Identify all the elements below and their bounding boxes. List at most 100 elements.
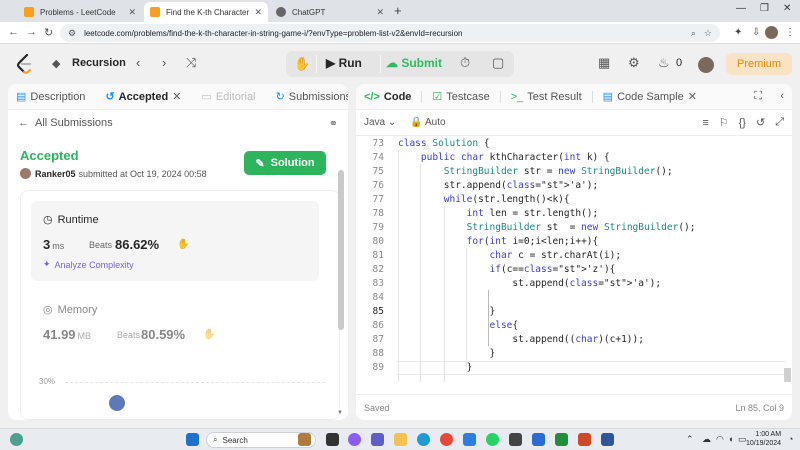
download-icon[interactable]: ⇩ [752, 27, 760, 38]
reload-icon[interactable]: ↻ [44, 26, 53, 39]
url-bar[interactable]: ⚙ leetcode.com/problems/find-the-k-th-ch… [60, 24, 720, 42]
solution-button[interactable]: ✎ Solution [244, 151, 326, 175]
auto-mode-toggle[interactable]: 🔒 Auto [410, 117, 692, 128]
browser-tab-problem[interactable]: Find the K-th Character in String Game I… [144, 2, 268, 22]
notes-icon[interactable]: ▢ [492, 55, 504, 71]
browser-tab-chatgpt[interactable]: ChatGPT ✕ [270, 2, 390, 22]
back-arrow-icon[interactable]: ← [8, 26, 19, 38]
close-tab-icon[interactable]: ✕ [172, 90, 181, 103]
problem-list-title[interactable]: Recursion [72, 57, 126, 69]
close-tab-icon[interactable]: ✕ [376, 7, 384, 18]
whatsapp-icon[interactable] [486, 433, 499, 446]
cloud-icon[interactable]: ☁ [702, 434, 711, 445]
notification-bell-icon[interactable]: ◔ [788, 434, 793, 444]
code-line[interactable]: 73 class Solution { [356, 137, 786, 151]
code-line[interactable]: 86 else{ [356, 319, 786, 333]
code-line[interactable]: 80 for(int i=0;i<len;i++){ [356, 235, 786, 249]
taskbar-clock[interactable]: 1:00 AM 10/19/2024 [746, 430, 781, 448]
edge-icon[interactable] [417, 433, 430, 446]
extensions-icon[interactable]: ✦ [734, 27, 742, 38]
code-line[interactable]: 83 st.append(class="st">'a'); [356, 277, 786, 291]
close-tab-icon[interactable]: ✕ [688, 90, 697, 103]
bookmark-star-icon[interactable]: ☆ [704, 28, 712, 39]
shuffle-icon[interactable]: ⤨ [186, 55, 196, 71]
tab-test-result[interactable]: >_ Test Result [511, 91, 582, 103]
submit-button[interactable]: ☁ Submit [386, 56, 442, 70]
windows-start-icon[interactable] [186, 433, 199, 446]
memory-box[interactable]: ◎ Memory 41.99 MB Beats 80.59% ✋ [31, 291, 319, 351]
code-line[interactable]: 82 if(c==class="st">'z'){ [356, 263, 786, 277]
volume-icon[interactable]: ◖ [728, 434, 733, 444]
tab-testcase[interactable]: ☑ Testcase [432, 90, 489, 104]
teams-icon[interactable] [371, 433, 384, 446]
runtime-box[interactable]: ◷ Runtime 3 ms Beats 86.62% ✋ ✦ Analyze Com… [31, 201, 319, 281]
forward-arrow-icon[interactable]: → [26, 26, 37, 38]
distribution-user-marker[interactable] [109, 395, 125, 411]
leetcode-logo-icon[interactable] [16, 54, 34, 74]
user-avatar[interactable] [698, 57, 714, 73]
layout-icon[interactable]: ▦ [598, 55, 610, 71]
code-line[interactable]: 87 st.append((char)(c+1)); [356, 333, 786, 347]
file-explorer-icon[interactable] [394, 433, 407, 446]
store-icon[interactable] [463, 433, 476, 446]
streak-fire-icon[interactable]: ♨ [658, 55, 670, 71]
wifi-icon[interactable]: ◠ [716, 434, 724, 445]
premium-button[interactable]: Premium [726, 53, 792, 75]
all-submissions-link[interactable]: All Submissions [35, 117, 329, 129]
close-window-icon[interactable]: ✕ [783, 3, 791, 14]
scroll-down-icon[interactable]: ▼ [337, 410, 343, 416]
maximize-icon[interactable]: ⛶ [754, 90, 762, 103]
tray-chevron-icon[interactable]: ⌃ [686, 434, 694, 445]
editor-scrollbar[interactable] [784, 368, 791, 382]
chrome-icon[interactable] [440, 433, 453, 446]
share-link-icon[interactable]: ⚭ [329, 117, 338, 130]
prev-problem-icon[interactable]: ‹ [136, 55, 140, 70]
settings-gear-icon[interactable]: ⚙ [628, 55, 640, 71]
code-line[interactable]: 76 str.append(class="st">'a'); [356, 179, 786, 193]
restore-icon[interactable]: ❐ [760, 3, 769, 14]
reset-icon[interactable]: ↺ [756, 116, 765, 129]
copilot-icon[interactable] [348, 433, 361, 446]
minimize-icon[interactable]: — [736, 3, 746, 14]
app-icon[interactable] [509, 433, 522, 446]
debug-icon[interactable]: ✋ [294, 56, 310, 72]
word-icon[interactable] [601, 433, 614, 446]
code-line[interactable]: 77 while(str.length()<k){ [356, 193, 786, 207]
code-line[interactable]: 84 [356, 291, 786, 305]
bookmark-icon[interactable]: ⚐ [719, 116, 729, 129]
code-editor-app-icon[interactable] [532, 433, 545, 446]
tab-submissions[interactable]: ↻ Submissions [276, 90, 348, 104]
tab-editorial[interactable]: ▭ Editorial [201, 90, 255, 104]
left-scrollbar[interactable] [338, 170, 344, 330]
code-line[interactable]: 88 } [356, 347, 786, 361]
fullscreen-icon[interactable]: ⤢ [775, 116, 784, 129]
analyze-complexity-link[interactable]: ✦ Analyze Complexity [43, 259, 134, 270]
profile-avatar[interactable] [765, 26, 778, 39]
tab-accepted[interactable]: ↺ Accepted ✕ [105, 90, 181, 104]
language-select[interactable]: Java ⌄ [364, 117, 396, 128]
timer-icon[interactable]: ⏱ [460, 55, 470, 71]
code-editor[interactable]: 73 class Solution {74 public char kthChar… [356, 136, 792, 382]
widgets-icon[interactable] [10, 433, 23, 446]
new-tab-icon[interactable]: + [394, 3, 402, 18]
site-info-icon[interactable]: ⚙ [68, 28, 76, 39]
code-line[interactable]: 89 } [356, 361, 786, 375]
task-view-icon[interactable] [326, 433, 339, 446]
format-icon[interactable]: ≡ [702, 117, 708, 129]
braces-icon[interactable]: {} [739, 117, 746, 129]
powerpoint-icon[interactable] [578, 433, 591, 446]
zoom-icon[interactable]: ⌕ [691, 28, 696, 39]
code-line[interactable]: 81 char c = str.charAt(i); [356, 249, 786, 263]
username[interactable]: Ranker05 [35, 169, 76, 179]
xbox-icon[interactable] [555, 433, 568, 446]
close-tab-icon[interactable]: ✕ [128, 7, 136, 18]
code-line[interactable]: 74 public char kthCharacter(int k) { [356, 151, 786, 165]
back-arrow-icon[interactable]: ← [18, 117, 29, 129]
collapse-icon[interactable]: ‹ [780, 90, 784, 102]
run-button[interactable]: ▶ Run [326, 56, 362, 70]
browser-tab-problems[interactable]: Problems - LeetCode ✕ [18, 2, 142, 22]
tab-description[interactable]: ▤ Description [16, 90, 85, 104]
close-tab-icon[interactable]: ✕ [254, 7, 262, 18]
next-problem-icon[interactable]: › [162, 55, 166, 70]
code-line[interactable]: 78 int len = str.length(); [356, 207, 786, 221]
